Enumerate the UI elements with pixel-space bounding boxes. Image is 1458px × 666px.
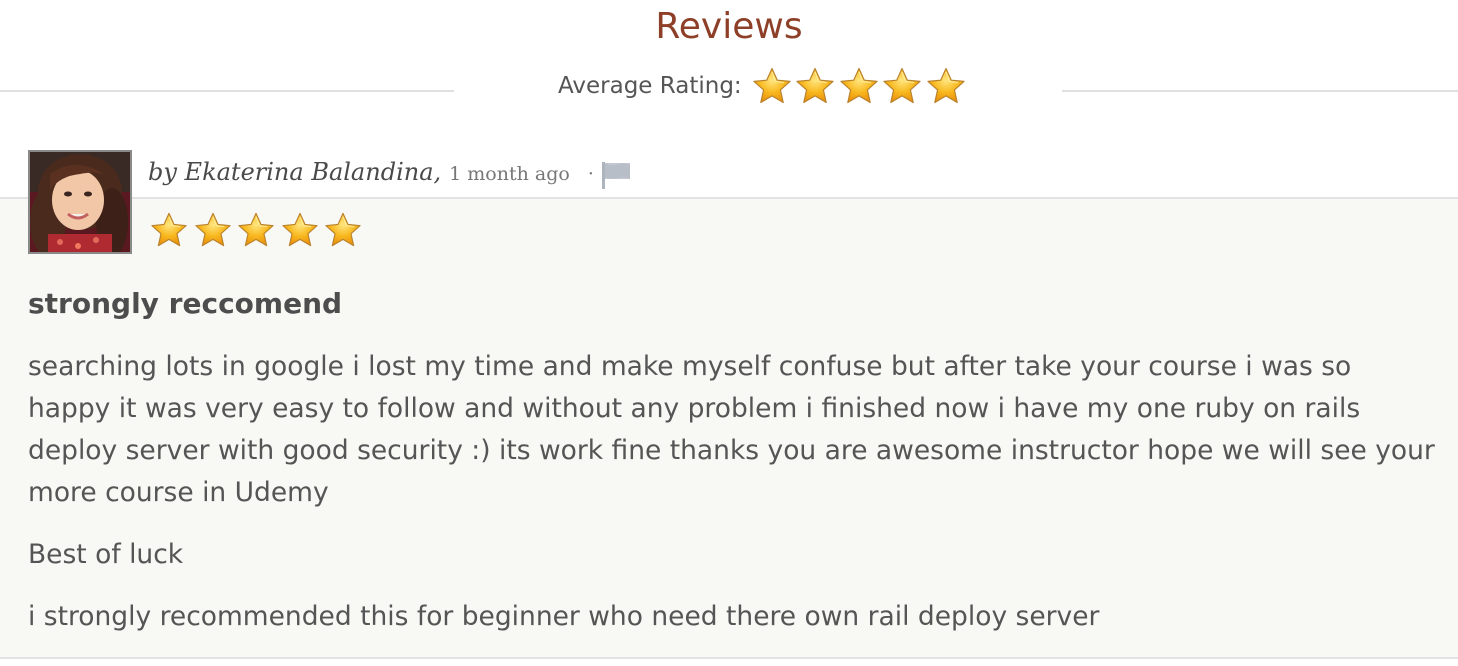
star-icon [839, 66, 879, 106]
review-paragraph-2: Best of luck [28, 539, 184, 570]
flag-icon[interactable] [600, 161, 632, 189]
reviews-title: Reviews [655, 6, 803, 47]
avatar[interactable] [28, 150, 132, 254]
average-rating-stars [752, 66, 970, 106]
star-icon [324, 211, 362, 249]
review-rating-stars [150, 211, 368, 249]
star-icon [926, 66, 966, 106]
average-rating-label: Average Rating: [558, 73, 742, 99]
review-paragraph-1: searching lots in google i lost my time … [28, 351, 1435, 508]
star-icon [882, 66, 922, 106]
star-icon [281, 211, 319, 249]
meta-separator: · [587, 163, 594, 185]
review-author[interactable]: by Ekaterina Balandina, [148, 158, 441, 186]
star-icon [752, 66, 792, 106]
reviews-header: Reviews Average Rating: [0, 0, 1458, 120]
divider-right [1062, 90, 1458, 92]
review-time-ago: 1 month ago [449, 163, 570, 185]
avatar-image [30, 152, 130, 252]
divider-left [0, 90, 454, 92]
star-icon [194, 211, 232, 249]
star-icon [237, 211, 275, 249]
review-meta: by Ekaterina Balandina, 1 month ago · [148, 158, 594, 194]
review-title: strongly reccomend [28, 287, 343, 320]
review-paragraph-3: i strongly recommended this for beginner… [28, 601, 1100, 632]
average-rating: Average Rating: [558, 66, 969, 106]
review-bottom-divider [0, 657, 1458, 659]
star-icon [795, 66, 835, 106]
star-icon [150, 211, 188, 249]
